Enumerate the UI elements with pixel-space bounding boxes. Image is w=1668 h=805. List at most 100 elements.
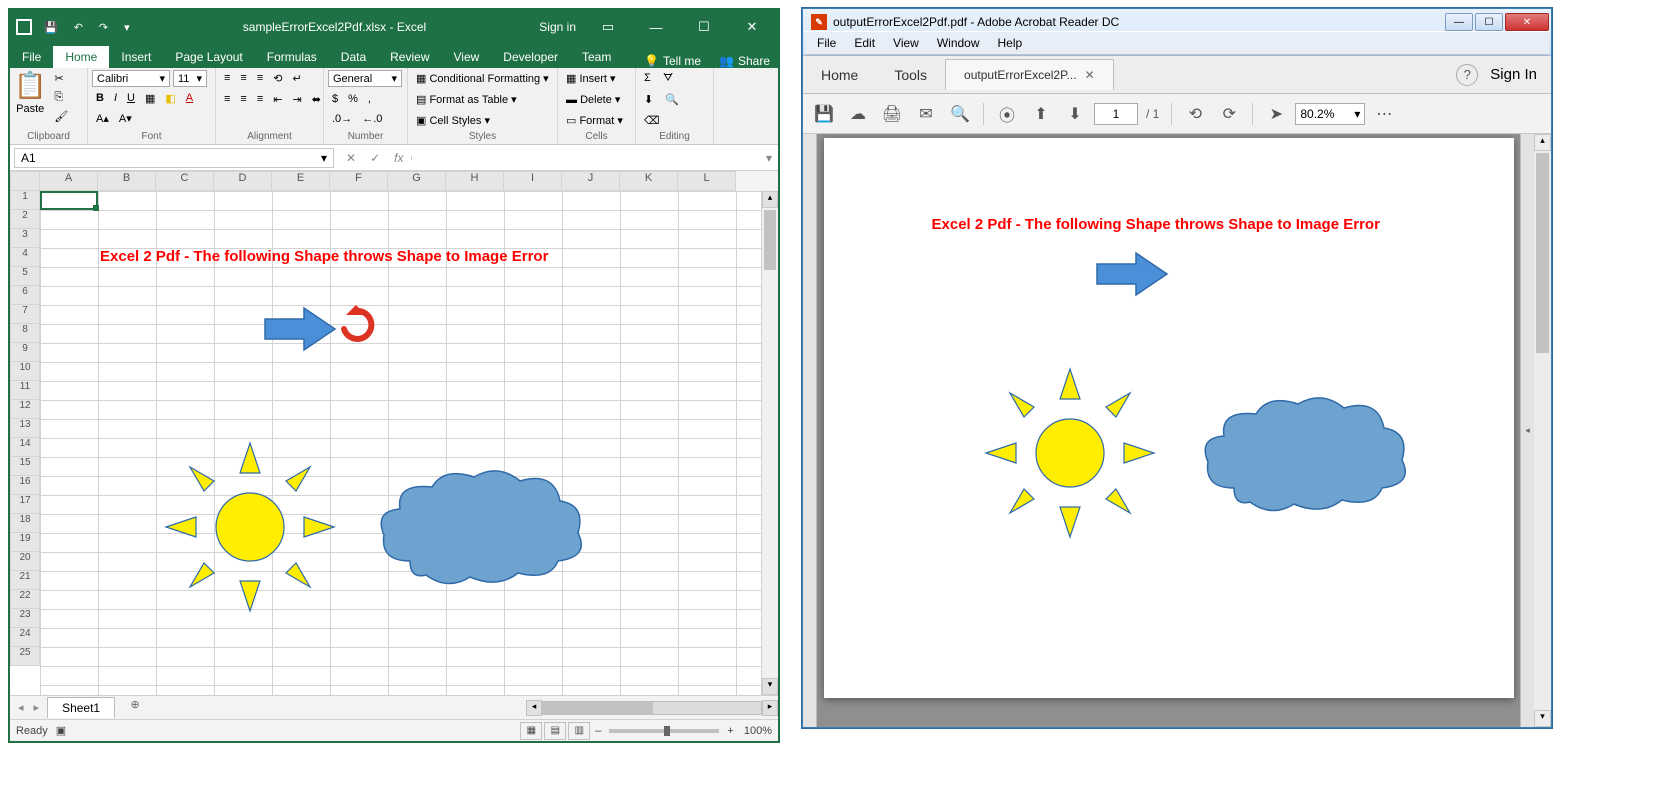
page-number-field[interactable] — [1094, 103, 1138, 125]
formula-bar[interactable] — [411, 156, 760, 160]
sign-in-link[interactable]: Sign In — [1490, 66, 1537, 83]
row-header[interactable]: 22 — [10, 590, 40, 609]
comma-icon[interactable]: , — [364, 91, 375, 107]
format-cells-button[interactable]: ▭ Format ▾ — [562, 112, 627, 129]
col-header[interactable]: A — [40, 171, 98, 191]
cancel-icon[interactable]: ✕ — [346, 151, 356, 165]
tab-insert[interactable]: Insert — [109, 46, 163, 68]
tab-page-layout[interactable]: Page Layout — [163, 46, 254, 68]
row-header[interactable]: 21 — [10, 571, 40, 590]
normal-view-icon[interactable]: ▦ — [520, 722, 542, 740]
font-color-button[interactable]: A — [182, 90, 197, 107]
scroll-down-icon[interactable]: ▾ — [762, 678, 778, 695]
sheet-tab-sheet1[interactable]: Sheet1 — [47, 697, 115, 718]
row-header[interactable]: 9 — [10, 343, 40, 362]
row-header[interactable]: 15 — [10, 457, 40, 476]
tab-home[interactable]: Home — [53, 46, 109, 68]
nav-fwd-icon[interactable]: ⟳ — [1214, 99, 1244, 129]
paste-icon[interactable]: 📋 — [14, 70, 46, 101]
close-button[interactable]: ✕ — [1505, 13, 1549, 31]
font-name-combo[interactable]: Calibri▾ — [92, 70, 170, 87]
hscroll-left-icon[interactable]: ◂ — [526, 700, 542, 716]
row-header[interactable]: 20 — [10, 552, 40, 571]
share-button[interactable]: 👥 Share — [711, 54, 778, 68]
selection-tool-icon[interactable]: ➤ — [1261, 99, 1291, 129]
row-header[interactable]: 10 — [10, 362, 40, 381]
align-mid-icon[interactable]: ≡ — [236, 70, 250, 87]
row-header[interactable]: 6 — [10, 286, 40, 305]
row-header[interactable]: 8 — [10, 324, 40, 343]
zoom-handle[interactable] — [664, 726, 670, 736]
minimize-button[interactable]: — — [1445, 13, 1473, 31]
format-painter-icon[interactable]: 🖌 — [50, 108, 72, 125]
worksheet-cells[interactable]: Excel 2 Pdf - The following Shape throws… — [40, 191, 761, 695]
col-header[interactable]: H — [446, 171, 504, 191]
row-header[interactable]: 23 — [10, 609, 40, 628]
page-view[interactable]: Excel 2 Pdf - The following Shape throws… — [817, 134, 1520, 727]
page-layout-view-icon[interactable]: ▤ — [544, 722, 566, 740]
tab-file[interactable]: File — [10, 46, 53, 68]
col-header[interactable]: F — [330, 171, 388, 191]
page-up-icon[interactable]: ⬆ — [1026, 99, 1056, 129]
italic-button[interactable]: I — [110, 90, 121, 107]
vertical-scrollbar[interactable]: ▴ ▾ — [761, 191, 778, 695]
sheet-nav-first-icon[interactable]: ◂ — [14, 699, 28, 716]
decrease-decimal-icon[interactable]: ←.0 — [358, 111, 386, 127]
scroll-up-icon[interactable]: ▴ — [762, 191, 778, 208]
decrease-font-icon[interactable]: A▾ — [115, 110, 136, 127]
zoom-in-button[interactable]: + — [723, 723, 737, 739]
tab-developer[interactable]: Developer — [491, 46, 570, 68]
qat-redo-icon[interactable]: ↷ — [95, 19, 112, 36]
row-header[interactable]: 18 — [10, 514, 40, 533]
sort-filter-icon[interactable]: ᗊ — [659, 70, 677, 87]
orientation-icon[interactable]: ⟲ — [269, 70, 286, 87]
insert-cells-button[interactable]: ▦ Insert ▾ — [562, 70, 620, 87]
enter-icon[interactable]: ✓ — [370, 151, 380, 165]
find-select-icon[interactable]: 🔍 — [661, 91, 683, 108]
zoom-out-button[interactable]: – — [591, 723, 605, 739]
qat-save-icon[interactable]: 💾 — [40, 19, 62, 36]
bold-button[interactable]: B — [92, 90, 108, 107]
menu-view[interactable]: View — [885, 34, 927, 52]
qat-customize-icon[interactable]: ▾ — [120, 19, 134, 36]
tab-data[interactable]: Data — [329, 46, 378, 68]
row-header[interactable]: 24 — [10, 628, 40, 647]
cloud-icon[interactable]: ☁ — [843, 99, 873, 129]
prev-page-icon[interactable]: ⦿ — [992, 99, 1022, 129]
scroll-thumb[interactable] — [764, 210, 776, 270]
increase-font-icon[interactable]: A▴ — [92, 110, 113, 127]
border-button[interactable]: ▦ — [141, 90, 159, 107]
row-header[interactable]: 5 — [10, 267, 40, 286]
align-bot-icon[interactable]: ≡ — [253, 70, 267, 87]
align-left-icon[interactable]: ≡ — [220, 91, 234, 108]
col-header[interactable]: C — [156, 171, 214, 191]
right-arrow-shape[interactable] — [260, 303, 340, 355]
selected-cell-a1[interactable] — [40, 191, 98, 210]
vertical-scrollbar[interactable]: ▴ ▾ — [1534, 134, 1551, 727]
currency-icon[interactable]: $ — [328, 91, 342, 107]
more-tools-icon[interactable]: ⋯ — [1369, 99, 1399, 129]
col-header[interactable]: D — [214, 171, 272, 191]
zoom-slider[interactable] — [609, 729, 719, 733]
qat-undo-icon[interactable]: ↶ — [70, 19, 87, 36]
sheet-nav-last-icon[interactable]: ▸ — [30, 699, 44, 716]
fill-series-icon[interactable]: ⬇ — [640, 91, 657, 108]
col-header[interactable]: G — [388, 171, 446, 191]
minimize-button[interactable]: — — [634, 10, 678, 44]
macro-record-icon[interactable]: ▣ — [56, 724, 66, 737]
horizontal-scrollbar[interactable] — [542, 701, 762, 715]
document-tab[interactable]: outputErrorExcel2P... ✕ — [945, 59, 1114, 90]
cut-icon[interactable]: ✂ — [50, 70, 72, 87]
maximize-button[interactable]: ☐ — [1475, 13, 1503, 31]
new-sheet-button[interactable]: ⊕ — [125, 698, 145, 718]
hscroll-thumb[interactable] — [543, 702, 653, 714]
maximize-button[interactable]: ☐ — [682, 10, 726, 44]
align-center-icon[interactable]: ≡ — [236, 91, 250, 108]
rotation-handle-icon[interactable] — [336, 303, 376, 355]
merge-center-icon[interactable]: ⬌ — [308, 91, 325, 108]
autosum-icon[interactable]: Σ — [640, 70, 655, 87]
page-down-icon[interactable]: ⬇ — [1060, 99, 1090, 129]
col-header[interactable]: I — [504, 171, 562, 191]
clear-icon[interactable]: ⌫ — [640, 112, 664, 129]
row-header[interactable]: 11 — [10, 381, 40, 400]
